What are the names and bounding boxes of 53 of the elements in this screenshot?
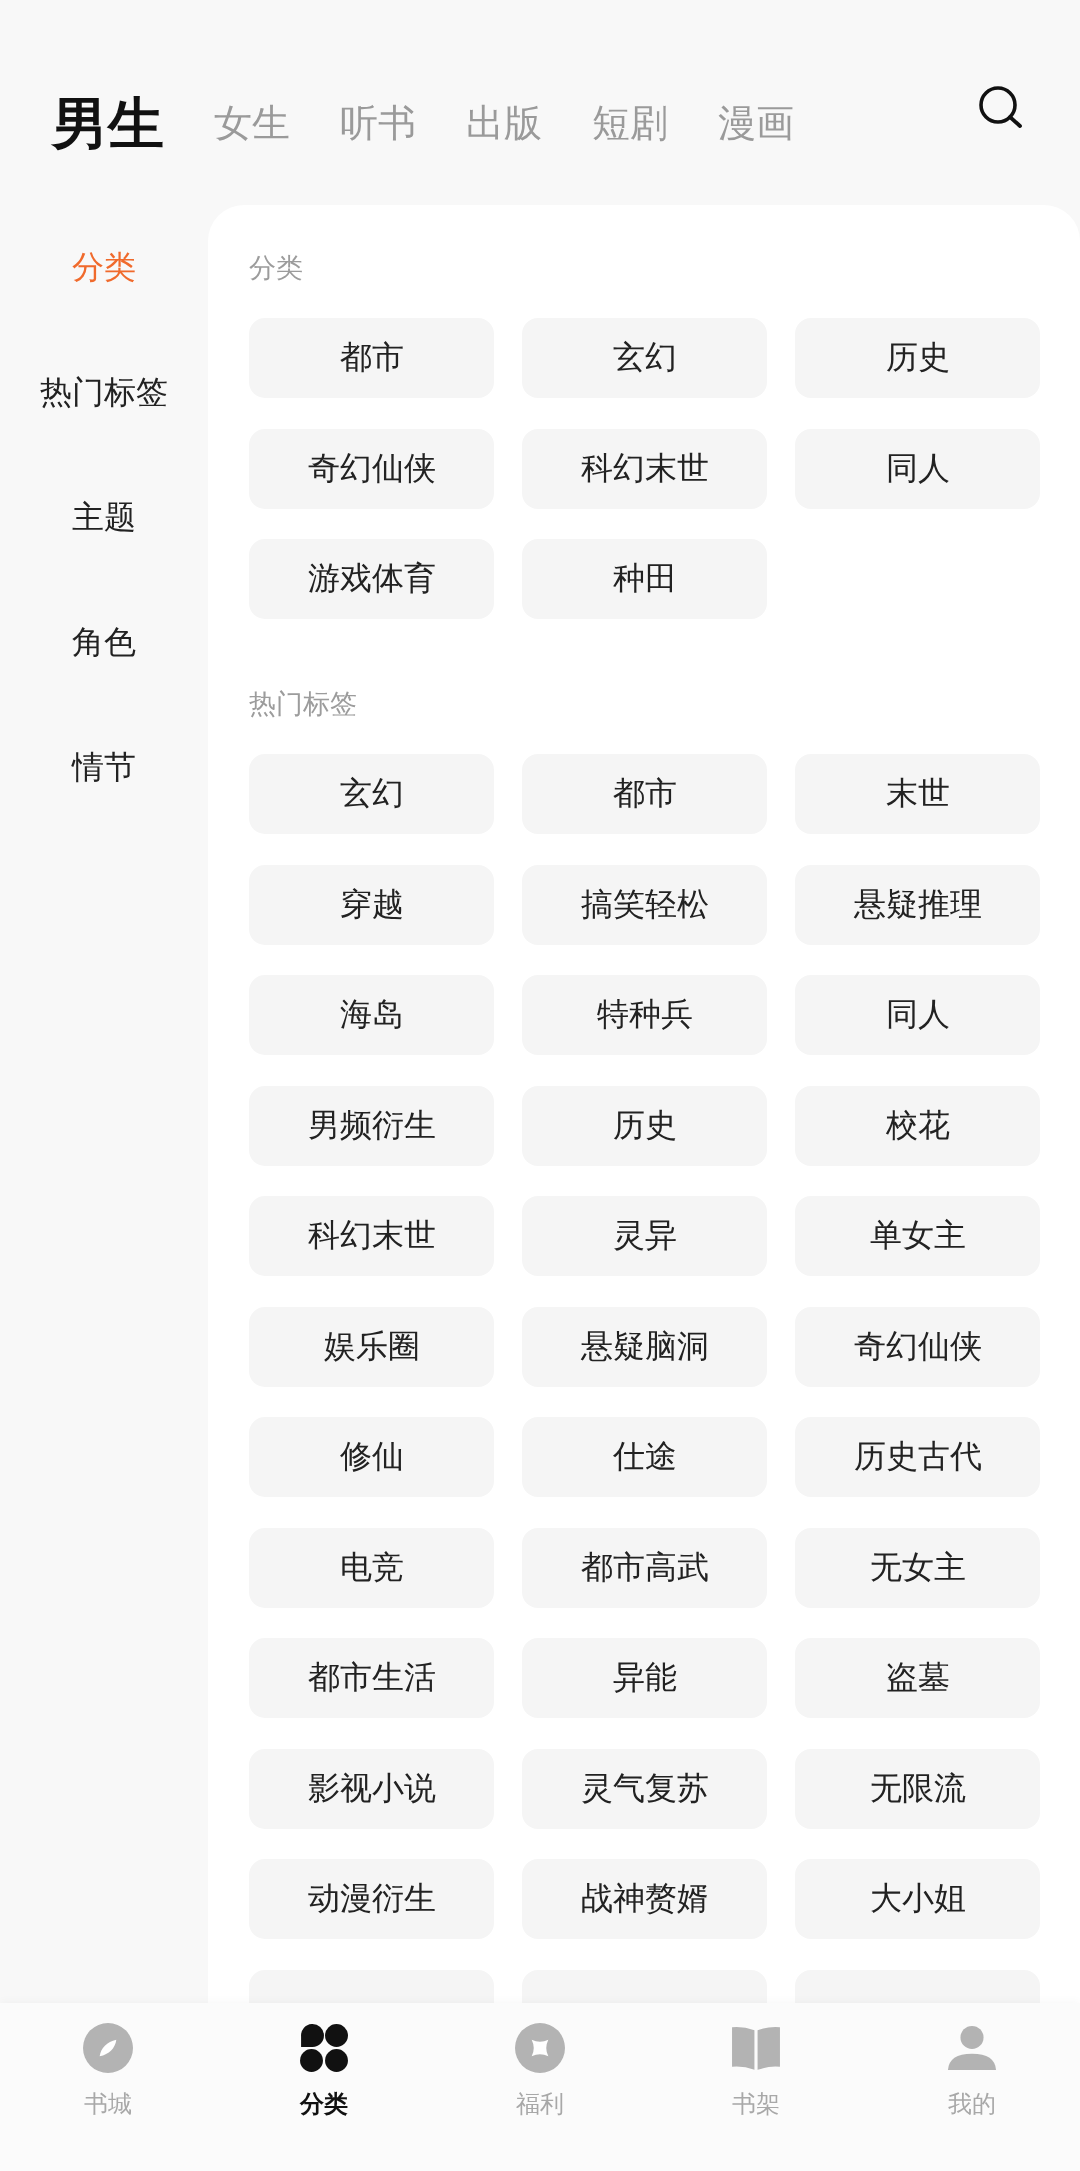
tag-chip[interactable]: 灵异: [522, 1196, 767, 1276]
tag-chip[interactable]: 异能: [522, 1638, 767, 1718]
category-icon: [299, 2023, 349, 2073]
tag-chip[interactable]: 历史古代: [795, 1417, 1040, 1497]
tag-chip[interactable]: 特种兵: [522, 975, 767, 1055]
sidebar-item[interactable]: 情节: [72, 705, 136, 830]
tag-chip[interactable]: 都市: [522, 754, 767, 834]
section-title: 热门标签: [249, 687, 358, 721]
tag-chip[interactable]: 悬疑脑洞: [522, 1306, 767, 1387]
tag-chip[interactable]: 奇幻仙侠: [795, 1306, 1040, 1387]
tag-chip[interactable]: 搞笑轻松: [522, 864, 767, 945]
tag-chip[interactable]: 科幻末世: [522, 428, 767, 509]
tag-chip[interactable]: 单女主: [795, 1196, 1040, 1276]
top-tab[interactable]: 男生: [52, 91, 164, 157]
tag-chip[interactable]: 同人: [795, 428, 1040, 509]
tag-chip[interactable]: 影视小说: [249, 1748, 494, 1829]
compass-icon: [83, 2023, 133, 2073]
tag-chip[interactable]: 电竞: [249, 1527, 494, 1608]
sidebar-item[interactable]: 角色: [72, 580, 136, 705]
tag-chip[interactable]: 游戏体育: [249, 539, 494, 619]
tag-chip[interactable]: 娱乐圈: [249, 1306, 494, 1387]
tag-chip[interactable]: 动漫衍生: [249, 1859, 494, 1939]
coin-icon: [515, 2023, 565, 2073]
tag-chip[interactable]: 男频衍生: [249, 1085, 494, 1166]
tag-chip[interactable]: 科幻末世: [249, 1196, 494, 1276]
tag-chip[interactable]: 末世: [795, 754, 1040, 834]
tag-chip[interactable]: 都市生活: [249, 1638, 494, 1718]
tag-chip[interactable]: 穿越: [249, 864, 494, 945]
tag-chip[interactable]: 修仙: [249, 1417, 494, 1497]
tag-chip[interactable]: 大小姐: [795, 1859, 1040, 1939]
tag-chip[interactable]: 无限流: [795, 1748, 1040, 1829]
section-title: 分类: [249, 251, 304, 285]
tag-chip[interactable]: 都市: [249, 318, 494, 398]
tag-chip[interactable]: 种田: [522, 539, 767, 619]
tag-chip[interactable]: 战神赘婿: [522, 1859, 767, 1939]
nav-tab[interactable]: 分类: [216, 2003, 432, 2119]
person-icon: [947, 2023, 997, 2073]
tag-chip[interactable]: 无女主: [795, 1527, 1040, 1608]
tag-chip[interactable]: 校花: [795, 1085, 1040, 1166]
tag-chip[interactable]: 同人: [795, 975, 1040, 1055]
tag-chip[interactable]: 历史: [795, 318, 1040, 398]
sidebar-item[interactable]: 热门标签: [40, 330, 168, 455]
tag-chip[interactable]: 仕途: [522, 1417, 767, 1497]
tag-chip[interactable]: 悬疑推理: [795, 864, 1040, 945]
tag-chip[interactable]: 玄幻: [522, 318, 767, 398]
sidebar-item[interactable]: 主题: [72, 455, 136, 580]
tag-chip[interactable]: 玄幻: [249, 754, 494, 834]
tag-chip[interactable]: 盗墓: [795, 1638, 1040, 1718]
tag-chip[interactable]: 历史: [522, 1085, 767, 1166]
tag-chip[interactable]: 海岛: [249, 975, 494, 1055]
tag-chip[interactable]: 灵气复苏: [522, 1748, 767, 1829]
tag-chip[interactable]: 都市高武: [522, 1527, 767, 1608]
tag-chip[interactable]: 奇幻仙侠: [249, 428, 494, 509]
